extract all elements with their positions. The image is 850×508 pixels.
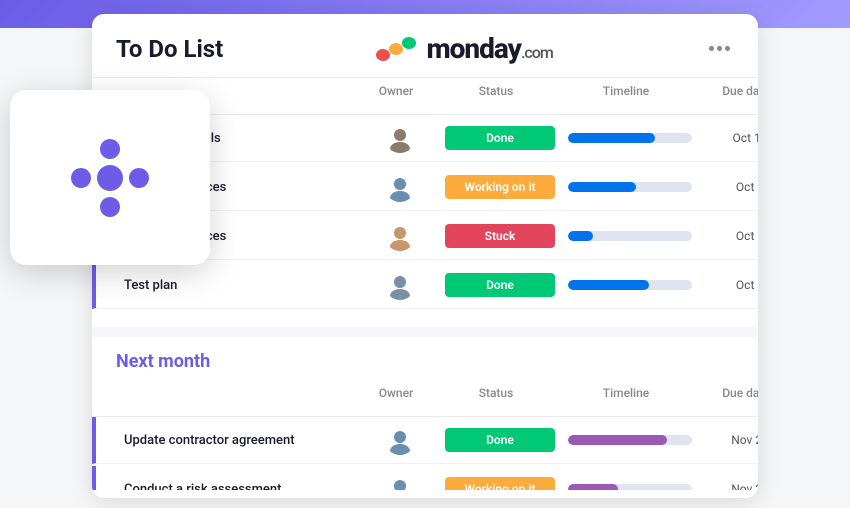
task-name: Update contractor agreement xyxy=(120,433,360,448)
status-badge: Stuck xyxy=(445,224,555,248)
timeline-cell xyxy=(560,231,700,241)
timeline-track xyxy=(568,484,692,490)
timeline-cell xyxy=(560,484,700,490)
timeline-cell xyxy=(560,133,700,143)
logo-text: monday.com xyxy=(426,32,552,65)
timeline-track xyxy=(568,182,692,192)
due-date: Nov 28 xyxy=(700,433,758,447)
status-badge: Done xyxy=(445,428,555,452)
more-options-button[interactable] xyxy=(706,35,734,63)
monday-app-icon xyxy=(65,133,155,223)
avatar xyxy=(385,474,415,490)
timeline-fill xyxy=(568,182,636,192)
col-timeline: Timeline xyxy=(556,84,696,108)
task-name: Test plan xyxy=(120,278,360,293)
timeline-cell xyxy=(560,280,700,290)
col-duedate: Due date xyxy=(696,386,758,410)
due-date: Oct 1 xyxy=(700,278,758,292)
section-title: Next month xyxy=(116,351,210,372)
status-cell: Working on it xyxy=(440,175,560,199)
due-date: Nov 21 xyxy=(700,482,758,490)
status-cell: Done xyxy=(440,126,560,150)
owner-cell xyxy=(360,123,440,153)
status-badge: Working on it xyxy=(445,175,555,199)
col-duedate: Due date xyxy=(696,84,758,108)
due-date: Oct 5 xyxy=(700,180,758,194)
avatar xyxy=(385,270,415,300)
timeline-track xyxy=(568,231,692,241)
page-title: To Do List xyxy=(116,35,223,63)
timeline-track xyxy=(568,133,692,143)
due-date: Oct 2 xyxy=(700,229,758,243)
section-next-month: Next month Owner Status Timeline Due dat… xyxy=(92,337,758,490)
task-name: Conduct a risk assessment xyxy=(120,482,360,491)
col-owner: Owner xyxy=(356,386,436,410)
status-cell: Done xyxy=(440,428,560,452)
status-badge: Working on it xyxy=(445,477,555,490)
timeline-fill xyxy=(568,231,593,241)
timeline-track xyxy=(568,435,692,445)
owner-cell xyxy=(360,221,440,251)
timeline-fill xyxy=(568,484,618,490)
timeline-track xyxy=(568,280,692,290)
status-badge: Done xyxy=(445,126,555,150)
status-cell: Stuck xyxy=(440,224,560,248)
col-timeline: Timeline xyxy=(556,386,696,410)
timeline-fill xyxy=(568,133,655,143)
table-header-next-month: Owner Status Timeline Due date Priority … xyxy=(92,380,758,417)
app-icon-popup xyxy=(10,90,210,265)
avatar xyxy=(385,425,415,455)
section-header-next-month: Next month xyxy=(92,337,758,380)
col-owner: Owner xyxy=(356,84,436,108)
status-badge: Done xyxy=(445,273,555,297)
section-divider xyxy=(92,327,758,337)
owner-cell xyxy=(360,425,440,455)
timeline-cell xyxy=(560,182,700,192)
table-row: Conduct a risk assessment Working on it … xyxy=(92,466,758,490)
logo-com: .com xyxy=(521,43,553,62)
col-status: Status xyxy=(436,84,556,108)
logo-name: monday xyxy=(426,32,521,65)
owner-cell xyxy=(360,270,440,300)
status-cell: Working on it xyxy=(440,477,560,490)
avatar xyxy=(385,172,415,202)
owner-cell xyxy=(360,172,440,202)
avatar xyxy=(385,123,415,153)
owner-cell xyxy=(360,474,440,490)
due-date: Oct 12 xyxy=(700,131,758,145)
logo-icon xyxy=(376,37,420,61)
header: To Do List monday.com xyxy=(92,14,758,78)
timeline-fill xyxy=(568,280,649,290)
logo-dots xyxy=(376,37,420,61)
timeline-fill xyxy=(568,435,667,445)
col-task xyxy=(116,386,356,410)
timeline-cell xyxy=(560,435,700,445)
col-status: Status xyxy=(436,386,556,410)
logo-area: monday.com xyxy=(376,32,552,65)
status-cell: Done xyxy=(440,273,560,297)
more-dots-icon xyxy=(709,46,730,51)
table-row: Update contractor agreement Done Nov 28 xyxy=(92,417,758,464)
avatar xyxy=(385,221,415,251)
table-row: Test plan Done Oct 1 ★ ★ xyxy=(92,262,758,309)
app-icon xyxy=(65,133,155,223)
